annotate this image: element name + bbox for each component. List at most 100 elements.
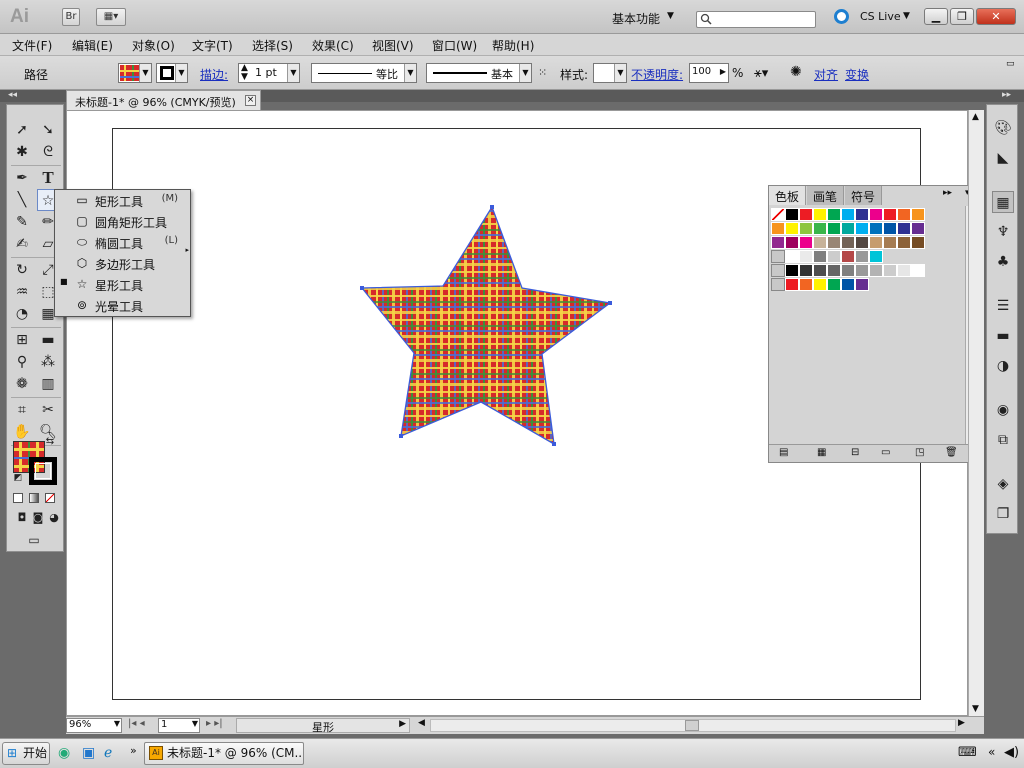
color-swatch[interactable] [785,250,799,263]
default-colors-icon[interactable]: ◩ [11,471,25,485]
tearoff-arrow-icon[interactable]: ▸ [185,246,189,254]
color-swatch[interactable] [883,208,897,221]
start-button[interactable]: ⊞ 开始 [2,742,50,765]
fill-color-dropdown[interactable]: ▼ [118,63,152,83]
chrome-icon[interactable]: ◉ [58,745,70,761]
color-swatch[interactable] [841,236,855,249]
color-swatch[interactable] [855,208,869,221]
color-swatch[interactable] [799,264,813,277]
line-tool-icon[interactable]: ╲ [11,189,33,211]
align-panel-link[interactable]: 对齐 [814,66,838,83]
color-swatch[interactable] [855,250,869,263]
color-swatch[interactable] [827,250,841,263]
color-swatch[interactable] [799,250,813,263]
chevron-right-icon[interactable]: ▶ [720,67,726,76]
color-swatch[interactable] [813,278,827,291]
magic-wand-tool-icon[interactable]: ✱ [11,141,33,163]
color-swatch[interactable] [771,222,785,235]
close-icon[interactable]: × [245,95,256,106]
symbol-sprayer-tool-icon[interactable]: ❁ [11,373,33,395]
color-swatch[interactable] [897,222,911,235]
transparency-panel-icon[interactable]: ◑ [992,355,1014,377]
menu-help[interactable]: 帮助(H) [492,37,534,54]
slice-tool-icon[interactable]: ✂ [37,399,59,421]
appearance-panel-icon[interactable]: ◉ [992,399,1014,421]
blob-brush-tool-icon[interactable]: ✍ [11,233,33,255]
lasso-tool-icon[interactable]: ᘓ [37,141,59,163]
flyout-item-rounded-rectangle[interactable]: ▢ 圆角矩形工具 [55,211,190,232]
stroke-panel-link[interactable]: 描边: [200,66,228,83]
menu-window[interactable]: 窗口(W) [432,37,477,54]
color-swatch[interactable] [855,222,869,235]
color-swatch[interactable] [841,250,855,263]
explorer-icon[interactable]: ▣ [82,745,95,761]
color-swatch[interactable] [785,264,799,277]
color-swatch[interactable] [841,264,855,277]
flyout-item-polygon[interactable]: ⬡ 多边形工具 [55,253,190,274]
color-swatch[interactable] [813,250,827,263]
horizontal-scrollbar[interactable] [430,719,956,732]
brushes-panel-icon[interactable]: ♆ [992,221,1014,243]
color-swatch[interactable] [841,208,855,221]
symbols-panel-icon[interactable]: ♣ [992,251,1014,273]
show-swatch-kinds-icon[interactable]: ▦ [817,447,826,458]
star-shape[interactable] [360,205,612,446]
artboards-panel-icon[interactable]: ❐ [992,503,1014,525]
mesh-tool-icon[interactable]: ⊞ [11,329,33,351]
color-swatch[interactable] [799,236,813,249]
color-group-folder[interactable] [771,250,785,263]
volume-icon[interactable]: ◀) [1004,745,1019,760]
new-swatch-icon[interactable]: ◳ [915,447,924,458]
cs-live-dropdown-icon[interactable]: ▼ [903,11,910,21]
color-swatch[interactable] [897,208,911,221]
tab-swatches[interactable]: 色板 [769,186,807,205]
color-swatch[interactable] [911,208,925,221]
scroll-right-icon[interactable]: ▶ [958,718,965,728]
collapse-icon[interactable]: ▸▸ [943,188,952,198]
color-swatch[interactable] [855,278,869,291]
color-swatch[interactable] [785,208,799,221]
color-swatch[interactable] [869,236,883,249]
color-group-folder[interactable] [771,278,785,291]
expand-icon[interactable]: ▸▸ [1002,90,1011,100]
none-mode-icon[interactable] [45,493,55,503]
bridge-button[interactable]: Br [62,8,80,26]
stroke-color-dropdown[interactable]: ▼ [156,63,188,83]
swatch-options-icon[interactable]: ⊟ [851,447,859,458]
brush-options-icon[interactable]: ⁙ [538,66,547,79]
status-tool-display[interactable]: 星形 ▶ [236,718,410,734]
column-graph-tool-icon[interactable]: ▥ [37,373,59,395]
recolor-artwork-icon[interactable]: ⚹▾ [754,66,768,81]
scroll-left-icon[interactable]: ◀ [418,718,425,728]
restore-button[interactable]: ❐ [950,8,974,25]
artboard-number-input[interactable]: 1 ▼ [158,718,200,733]
search-input[interactable] [696,11,816,28]
color-swatch[interactable] [771,236,785,249]
color-swatch[interactable] [827,278,841,291]
document-tab[interactable]: 未标题-1* @ 96% (CMYK/预览) × [66,90,261,110]
graphic-styles-panel-icon[interactable]: ⧉ [992,429,1014,451]
menu-select[interactable]: 选择(S) [252,37,293,54]
stroke-swatch[interactable] [29,457,57,485]
panel-menu-icon[interactable]: ▭ [1006,59,1015,69]
workspace-dropdown-icon[interactable]: ▼ [667,11,674,21]
color-swatch[interactable] [799,208,813,221]
ie-icon[interactable]: ℯ [104,745,112,761]
color-swatch[interactable] [869,208,883,221]
arrange-documents-button[interactable]: ▦▾ [96,8,126,26]
hand-tool-icon[interactable]: ✋ [11,421,33,443]
layers-panel-icon[interactable]: ◈ [992,473,1014,495]
next-artboard-icon[interactable]: ▸ ▸| [206,718,223,729]
color-swatch[interactable] [897,236,911,249]
stroke-profile-dropdown[interactable]: 等比 ▼ [311,63,417,83]
color-swatch[interactable] [827,264,841,277]
screen-mode-icon[interactable]: ▭ [23,529,45,551]
pen-tool-icon[interactable]: ✒ [11,167,33,189]
menu-object[interactable]: 对象(O) [132,37,175,54]
gradient-panel-icon[interactable]: ▬ [992,325,1014,347]
menu-file[interactable]: 文件(F) [12,37,52,54]
minimize-button[interactable]: ▁ [924,8,948,25]
color-swatch[interactable] [841,222,855,235]
menu-edit[interactable]: 编辑(E) [72,37,113,54]
opacity-input[interactable]: 100 ▶ [689,63,729,83]
